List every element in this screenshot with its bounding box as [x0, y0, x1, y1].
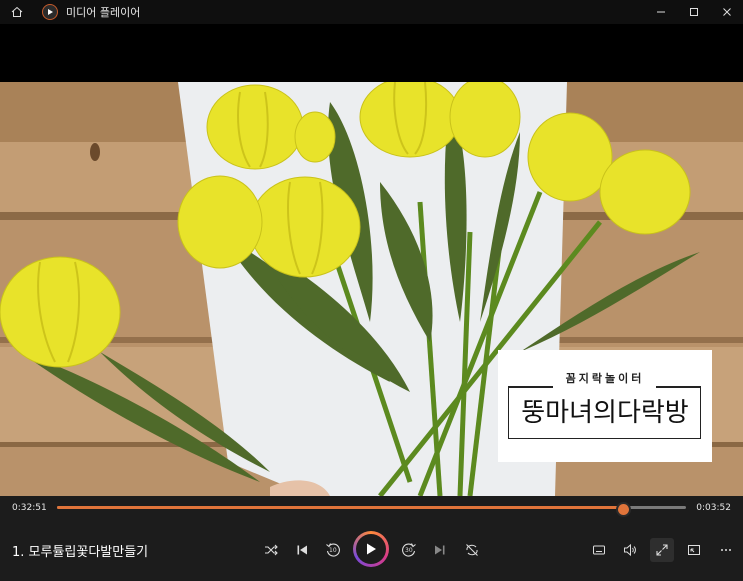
- app-icon: [42, 4, 58, 20]
- next-icon: [435, 545, 445, 555]
- window-title: 미디어 플레이어: [66, 6, 141, 19]
- fullscreen-icon: [656, 544, 668, 556]
- seek-bar-progress: [57, 506, 624, 509]
- subtitles-icon: [593, 545, 605, 555]
- skip-back-button[interactable]: 10: [322, 539, 344, 561]
- more-icon: [721, 549, 731, 551]
- title-bar: 미디어 플레이어: [0, 0, 743, 24]
- miniplayer-button[interactable]: [683, 539, 705, 561]
- maximize-icon: [689, 8, 698, 16]
- logo-frame-line: [508, 386, 553, 388]
- home-button[interactable]: [0, 0, 34, 24]
- remaining-time: 0:03:52: [696, 503, 731, 513]
- volume-button[interactable]: [619, 539, 641, 561]
- close-button[interactable]: [710, 0, 743, 24]
- previous-icon: [297, 545, 307, 555]
- repeat-button[interactable]: [461, 539, 483, 561]
- seek-bar[interactable]: [57, 502, 686, 517]
- play-button[interactable]: [353, 531, 389, 567]
- close-icon: [722, 8, 731, 16]
- elapsed-time: 0:32:51: [12, 503, 47, 513]
- play-icon: [367, 543, 376, 555]
- miniplayer-icon: [688, 545, 700, 555]
- more-options-button[interactable]: [715, 539, 737, 561]
- play-button-inner: [356, 534, 386, 564]
- shuffle-icon: [265, 544, 278, 556]
- logo-subtitle: 꼼지락놀이터: [565, 372, 645, 385]
- logo-frame-line: [656, 386, 700, 388]
- shuffle-button[interactable]: [260, 539, 282, 561]
- volume-icon: [624, 543, 636, 557]
- fullscreen-button[interactable]: [650, 538, 674, 562]
- skip-back-seconds: 10: [329, 547, 337, 554]
- next-button[interactable]: [429, 539, 451, 561]
- repeat-off-icon: [466, 544, 478, 556]
- minimize-button[interactable]: [644, 0, 677, 24]
- previous-button[interactable]: [291, 539, 313, 561]
- seek-bar-thumb[interactable]: [616, 502, 632, 517]
- channel-logo-overlay: 꼼지락놀이터 뚱마녀의다락방: [498, 350, 712, 462]
- maximize-button[interactable]: [677, 0, 710, 24]
- logo-title: 뚱마녀의다락방: [521, 398, 689, 428]
- subtitles-button[interactable]: [588, 539, 610, 561]
- track-title: 1. 모루튤립꽃다발만들기: [12, 545, 149, 560]
- playback-controls: 0:32:51 0:03:52 1. 모루튤립꽃다발만들기 10 30: [0, 496, 743, 581]
- skip-forward-button[interactable]: 30: [398, 539, 420, 561]
- home-icon: [11, 6, 23, 17]
- minimize-icon: [656, 11, 665, 13]
- skip-forward-seconds: 30: [405, 547, 413, 554]
- video-area[interactable]: 꼼지락놀이터 뚱마녀의다락방: [0, 24, 743, 496]
